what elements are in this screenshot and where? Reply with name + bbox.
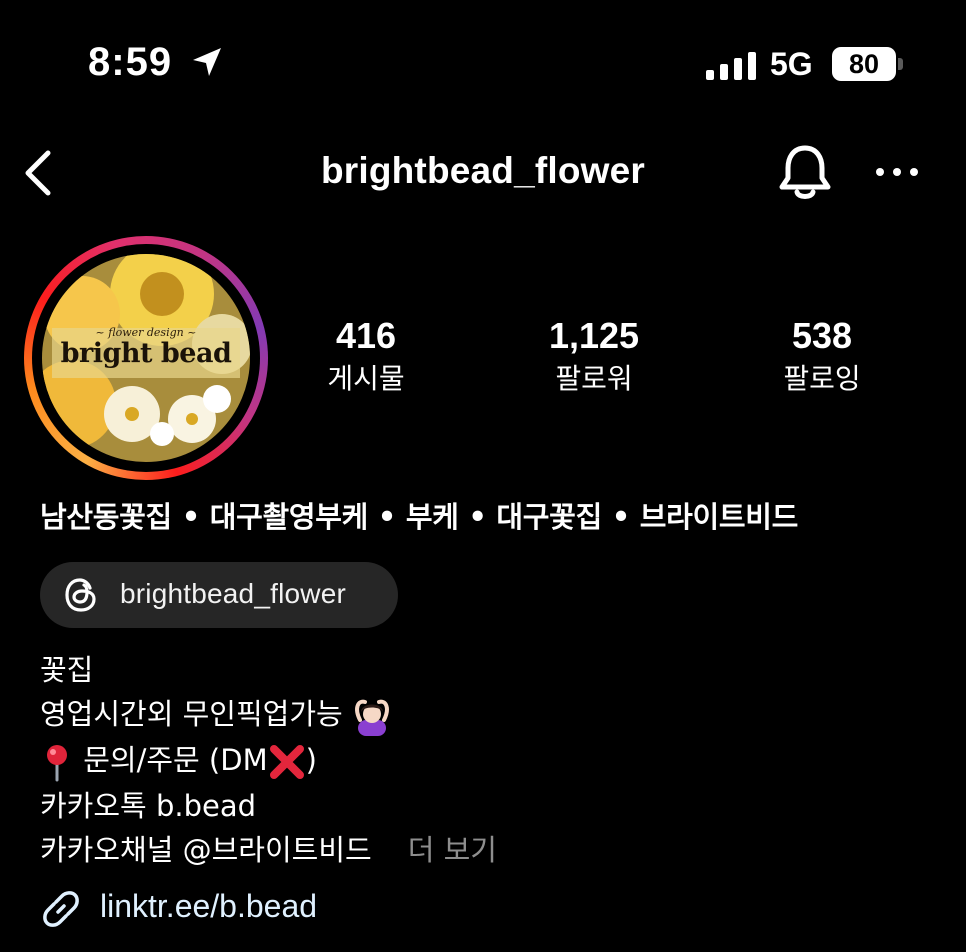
- followers-count[interactable]: 1,125 팔로워: [504, 316, 684, 400]
- round-pushpin-emoji-icon: [47, 745, 67, 782]
- bio-line: 카카오채널 @브라이트비드 더 보기: [40, 830, 497, 870]
- cellular-signal-icon: [706, 52, 756, 80]
- profile-display-name: 남산동꽃집 • 대구촬영부케 • 부케 • 대구꽃집 • 브라이트비드: [40, 500, 799, 534]
- posts-count-label: 게시물: [327, 362, 405, 395]
- external-link-url: linktr.ee/b.bead: [100, 888, 318, 924]
- bio-line-text: 카카오채널 @브라이트비드: [40, 833, 372, 867]
- following-count[interactable]: 538 팔로잉: [732, 316, 912, 400]
- threads-handle: brightbead_flower: [120, 578, 346, 609]
- bio-line: 꽃집: [40, 653, 94, 687]
- location-arrow-icon: [193, 48, 221, 76]
- bio-line: 영업시간외 무인픽업가능: [40, 694, 392, 736]
- bio-line: 문의/주문 (DM ): [40, 740, 317, 782]
- following-count-label: 팔로잉: [783, 362, 861, 395]
- battery-cap: [898, 58, 903, 70]
- posts-count-value: 416: [335, 315, 397, 356]
- bio-line-text-end: ): [305, 743, 317, 777]
- following-count-value: 538: [791, 315, 853, 356]
- avatar-logo-text: bright bead: [60, 338, 232, 369]
- profile-avatar[interactable]: ~ flower design ~ bright bead: [42, 254, 250, 462]
- status-bar: 8:59 5G 80: [0, 0, 966, 120]
- bio-line-text: 문의/주문 (DM: [83, 743, 268, 777]
- followers-count-label: 팔로워: [555, 362, 633, 395]
- link-icon: [43, 891, 79, 927]
- bio-line-text: 영업시간외 무인픽업가능: [40, 697, 343, 731]
- bell-icon[interactable]: [776, 142, 834, 204]
- more-options-icon[interactable]: [872, 160, 922, 184]
- battery-indicator: 80: [832, 47, 896, 81]
- cross-mark-emoji-icon: [269, 745, 304, 779]
- status-time: 8:59: [88, 40, 173, 84]
- followers-count-value: 1,125: [548, 315, 640, 356]
- see-more-link[interactable]: 더 보기: [408, 833, 497, 867]
- profile-page: 8:59 5G 80 brightbead_flower ~ flower de…: [0, 0, 966, 952]
- bio-line: 카카오톡 b.bead: [40, 789, 256, 823]
- threads-icon: [65, 578, 96, 612]
- network-type: 5G: [770, 46, 813, 82]
- person-gesturing-ok-emoji-icon: [355, 699, 389, 736]
- threads-badge[interactable]: brightbead_flower: [40, 562, 398, 628]
- profile-header: brightbead_flower: [0, 130, 966, 220]
- posts-count[interactable]: 416 게시물: [276, 316, 456, 400]
